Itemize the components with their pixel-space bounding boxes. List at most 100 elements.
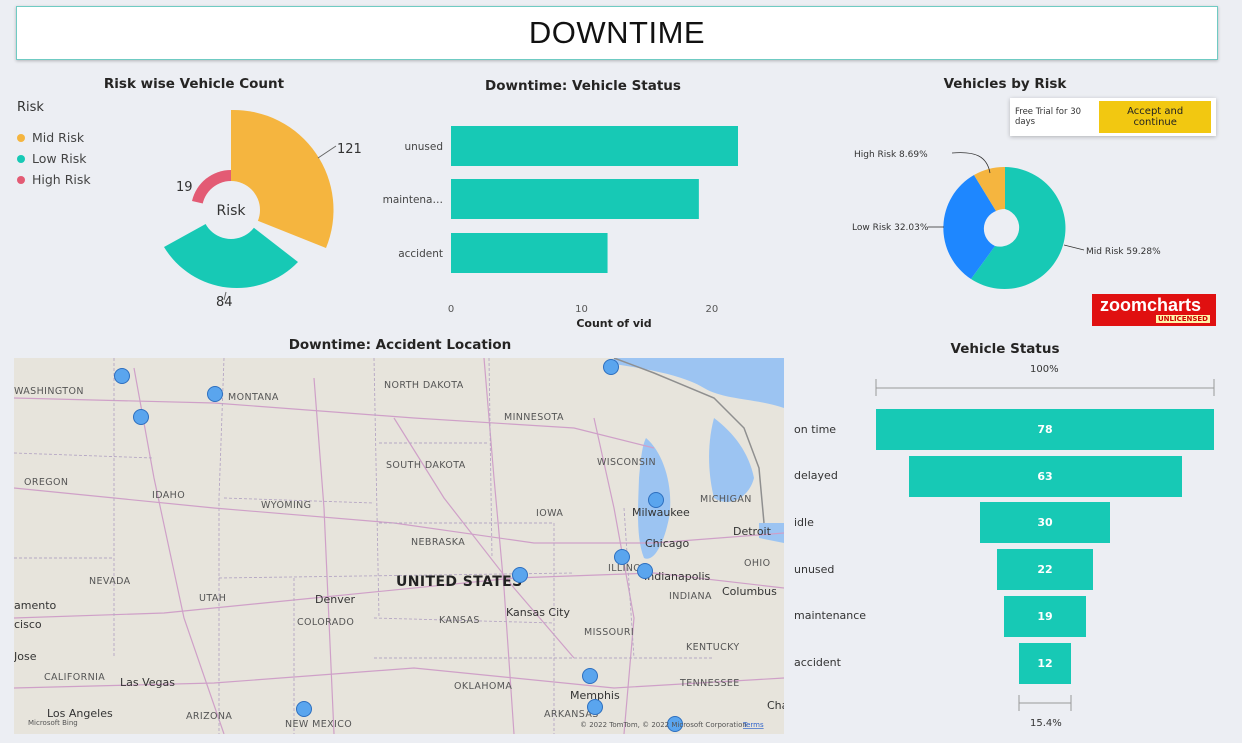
status-bar[interactable]: [451, 126, 738, 166]
status-bar[interactable]: [451, 233, 608, 273]
funnel-bar[interactable]: 78: [876, 409, 1214, 450]
zoomcharts-badge[interactable]: zoomcharts UNLICENSED: [1092, 294, 1216, 326]
map-place-label: Las Vegas: [120, 676, 175, 689]
bing-logo: Microsoft Bing: [28, 719, 78, 727]
map-place-label: UNITED STATES: [396, 574, 523, 590]
legend-item-low[interactable]: Low Risk: [17, 148, 91, 169]
funnel-bar[interactable]: 22: [997, 549, 1093, 591]
accident-marker[interactable]: [512, 567, 528, 583]
leader-line: [1063, 244, 1085, 251]
legend-dot-teal-icon: [17, 154, 25, 163]
map-place-label: KENTUCKY: [686, 642, 740, 653]
map-overlay: WASHINGTON MONTANA NORTH DAKOTA MINNESOTA SO…: [14, 359, 784, 732]
legend-label: Low Risk: [32, 151, 87, 166]
funnel-category-label: unused: [794, 562, 835, 576]
map-place-label: Chicago: [645, 537, 689, 550]
bar-category-label: unused: [404, 141, 443, 153]
map-place-label: OKLAHOMA: [454, 681, 512, 692]
accident-marker[interactable]: [296, 701, 312, 717]
map-place-label: NEVADA: [89, 576, 131, 587]
map-place-label: MICHIGAN: [700, 494, 752, 505]
bar-x-axis-label: Count of vid: [576, 317, 651, 330]
map-place-label: WASHINGTON: [14, 386, 84, 397]
map-place-label: OREGON: [24, 477, 68, 488]
risk-count-title: Risk wise Vehicle Count: [103, 76, 285, 92]
map-place-label: Detroit: [733, 525, 772, 538]
legend-dot-orange-icon: [17, 133, 25, 142]
map-place-label: MONTANA: [228, 392, 279, 403]
funnel-top-scale: [875, 379, 1215, 396]
page-title-box: DOWNTIME: [16, 6, 1218, 60]
legend-item-high[interactable]: High Risk: [17, 169, 91, 190]
legend-label: Mid Risk: [32, 130, 85, 145]
funnel-bar[interactable]: 19: [1003, 595, 1087, 637]
bar-tick-label: 20: [706, 304, 719, 315]
map-place-label: MINNESOTA: [504, 412, 564, 423]
accident-marker[interactable]: [207, 386, 223, 402]
accident-marker[interactable]: [637, 563, 653, 579]
map-place-label: IDAHO: [152, 490, 185, 501]
funnel-bar[interactable]: 30: [980, 502, 1110, 544]
risk-rose-chart: Risk 121 84 19: [164, 109, 362, 310]
funnel-bar[interactable]: 63: [908, 455, 1182, 497]
legend-label: High Risk: [32, 172, 91, 187]
risk-legend: Mid Risk Low Risk High Risk: [17, 127, 91, 190]
map-copyright: © 2022 TomTom, © 2022 Microsoft Corporat…: [580, 721, 747, 729]
risk-label-high: 19: [176, 180, 193, 195]
leader-line: [317, 145, 337, 159]
map-place-label: Indianapolis: [644, 570, 711, 583]
unlicensed-tag: UNLICENSED: [1155, 315, 1210, 323]
map-title: Downtime: Accident Location: [288, 337, 512, 353]
map-place-label: OHIO: [744, 558, 771, 569]
funnel-category-label: delayed: [794, 469, 838, 483]
funnel-category-label: maintenance: [794, 609, 867, 623]
map-place-label: KANSAS: [439, 615, 480, 626]
map-place-label: TENNESSEE: [679, 678, 740, 689]
accident-marker[interactable]: [587, 699, 603, 715]
map-place-label: NEBRASKA: [411, 537, 465, 548]
risk-center-label: Risk: [216, 203, 246, 219]
map-place-label: Columbus: [722, 585, 777, 598]
funnel-title: Vehicle Status: [950, 341, 1060, 357]
page-title: DOWNTIME: [528, 15, 706, 50]
accident-marker[interactable]: [648, 492, 664, 508]
funnel-bottom-pct: 15.4%: [1030, 718, 1062, 729]
accept-button[interactable]: Accept and continue: [1099, 101, 1211, 133]
accident-marker[interactable]: [603, 359, 619, 375]
risk-label-mid: 121: [337, 142, 362, 157]
donut-label-low: Low Risk 32.03%: [852, 223, 929, 233]
donut-label-mid: Mid Risk 59.28%: [1086, 247, 1161, 257]
accident-marker[interactable]: [614, 549, 630, 565]
map-place-label: COLORADO: [297, 617, 354, 628]
bar-tick-label: 0: [448, 304, 454, 315]
accident-map[interactable]: WASHINGTON MONTANA NORTH DAKOTA MINNESOTA SO…: [14, 358, 784, 734]
map-place-label: INDIANA: [669, 591, 712, 602]
accident-marker[interactable]: [582, 668, 598, 684]
map-place-label: Cha: [767, 699, 784, 712]
trial-text: Free Trial for 30 days: [1015, 107, 1082, 127]
risk-legend-title: Risk: [17, 100, 44, 115]
map-place-label: IOWA: [536, 508, 563, 519]
bar-tick-label: 10: [575, 304, 588, 315]
risk-label-low: 84: [216, 295, 233, 310]
funnel-bottom-scale: [1018, 695, 1072, 711]
map-place-label: Jose: [14, 650, 37, 663]
status-bar[interactable]: [451, 179, 699, 219]
map-place-label: Milwaukee: [632, 506, 690, 519]
map-place-label: MISSOURI: [584, 627, 634, 638]
funnel-bar[interactable]: 12: [1019, 642, 1071, 684]
bar-category-label: maintena…: [383, 194, 443, 206]
map-place-label: NORTH DAKOTA: [384, 380, 464, 391]
accident-marker[interactable]: [114, 368, 130, 384]
trial-banner: Free Trial for 30 days Accept and contin…: [1010, 98, 1216, 136]
map-place-label: cisco: [14, 618, 42, 631]
legend-item-mid[interactable]: Mid Risk: [17, 127, 91, 148]
bar-category-label: accident: [398, 248, 443, 260]
vehicle-status-bar-chart: unused maintena… accident 0 10 20 Count of vid: [383, 126, 738, 330]
map-place-label: ARIZONA: [186, 711, 232, 722]
map-terms-link[interactable]: Terms: [742, 721, 764, 729]
funnel-category-label: idle: [794, 515, 814, 529]
zoomcharts-logo-text: zoomcharts: [1100, 295, 1202, 315]
leader-line: [951, 152, 991, 174]
accident-marker[interactable]: [133, 409, 149, 425]
